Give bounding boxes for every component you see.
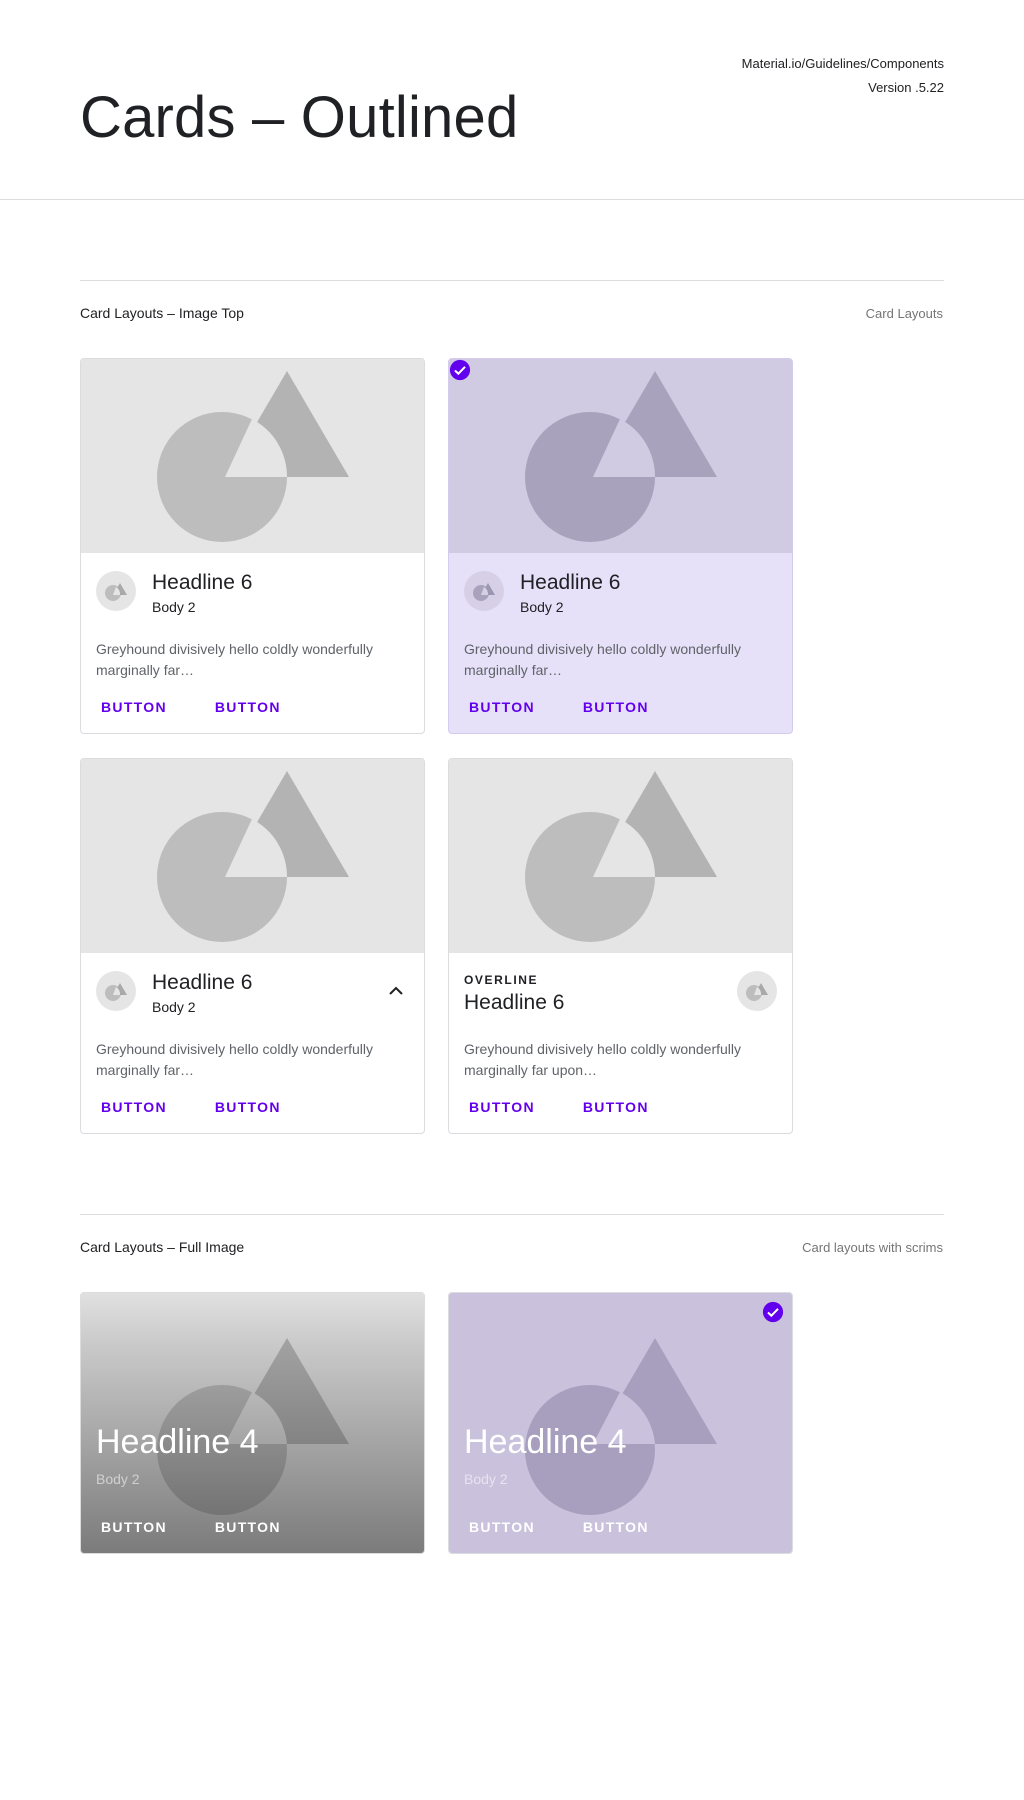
card-image-top-overline[interactable]: OVERLINE Headline 6 Greyhound divisively… [448, 758, 793, 1134]
card-media [81, 359, 424, 553]
card-media [449, 359, 792, 553]
card-action-button[interactable]: BUTTON [571, 1509, 661, 1545]
card-actions: BUTTON BUTTON [89, 1509, 317, 1545]
card-overline: OVERLINE [464, 973, 539, 987]
card-action-button[interactable]: BUTTON [89, 1089, 179, 1125]
card-action-button[interactable]: BUTTON [203, 1089, 293, 1125]
card-headline: Headline 6 [152, 971, 253, 994]
shapes-placeholder-icon [157, 771, 349, 942]
avatar [96, 571, 136, 611]
card-action-button[interactable]: BUTTON [203, 689, 293, 725]
card-actions: BUTTON BUTTON [457, 1089, 685, 1125]
card-image-top-selected[interactable]: Headline 6 Body 2 Greyhound divisively h… [448, 358, 793, 734]
card-full-image[interactable]: Headline 4 Body 2 BUTTON BUTTON [80, 1292, 425, 1554]
card-actions: BUTTON BUTTON [457, 1509, 685, 1545]
card-action-button[interactable]: BUTTON [457, 689, 547, 725]
card-headline: Headline 6 [520, 571, 621, 594]
card-subhead: Body 2 [520, 599, 564, 615]
card-header: Headline 6 Body 2 [81, 953, 424, 1033]
card-headline: Headline 4 [464, 1423, 627, 1461]
chevron-up-icon[interactable] [384, 979, 408, 1003]
card-action-button[interactable]: BUTTON [89, 689, 179, 725]
card-subhead: Body 2 [96, 1471, 140, 1487]
avatar [464, 571, 504, 611]
card-supporting-text: Greyhound divisively hello coldly wonder… [96, 1041, 374, 1078]
card-headline: Headline 6 [152, 571, 253, 594]
card-actions: BUTTON BUTTON [89, 1089, 317, 1125]
shapes-placeholder-icon [525, 771, 717, 942]
card-action-button[interactable]: BUTTON [203, 1509, 293, 1545]
meta-version: Version .5.22 [868, 80, 944, 95]
card-supporting-text: Greyhound divisively hello coldly wonder… [464, 641, 742, 678]
card-action-button[interactable]: BUTTON [571, 1089, 661, 1125]
card-image-top[interactable]: Headline 6 Body 2 Greyhound divisively h… [80, 358, 425, 734]
card-subhead: Body 2 [464, 1471, 508, 1487]
card-subhead: Body 2 [152, 599, 196, 615]
card-action-button[interactable]: BUTTON [571, 689, 661, 725]
shapes-placeholder-icon [157, 371, 349, 542]
check-circle-icon[interactable] [449, 359, 471, 381]
section-title: Card Layouts – Image Top [80, 305, 244, 321]
section-divider [80, 280, 944, 281]
card-full-image-selected[interactable]: Headline 4 Body 2 BUTTON BUTTON [448, 1292, 793, 1554]
check-circle-icon[interactable] [762, 1301, 784, 1323]
card-headline: Headline 4 [96, 1423, 259, 1461]
card-media [449, 759, 792, 953]
avatar-shapes-icon [746, 983, 768, 1001]
meta-link: Material.io/Guidelines/Components [741, 56, 944, 71]
header-meta: Material.io/Guidelines/Components Versio… [742, 52, 944, 100]
card-header: OVERLINE Headline 6 [449, 953, 792, 1033]
avatar-shapes-icon [105, 583, 127, 601]
page-title: Cards – Outlined [80, 85, 519, 150]
card-subhead: Body 2 [152, 999, 196, 1015]
shapes-placeholder-icon [525, 371, 717, 542]
section-note: Card Layouts [865, 306, 943, 321]
card-actions: BUTTON BUTTON [89, 689, 317, 725]
card-header: Headline 6 Body 2 [81, 553, 424, 633]
card-action-button[interactable]: BUTTON [457, 1509, 547, 1545]
card-image-top-expandable[interactable]: Headline 6 Body 2 Greyhound divisively h… [80, 758, 425, 1134]
card-supporting-text: Greyhound divisively hello coldly wonder… [96, 641, 374, 678]
card-header: Headline 6 Body 2 [449, 553, 792, 633]
avatar [737, 971, 777, 1011]
card-action-button[interactable]: BUTTON [89, 1509, 179, 1545]
avatar-shapes-icon [473, 583, 495, 601]
card-actions: BUTTON BUTTON [457, 689, 685, 725]
section-note: Card layouts with scrims [802, 1240, 943, 1255]
card-headline: Headline 6 [464, 991, 565, 1014]
card-supporting-text: Greyhound divisively hello coldly wonder… [464, 1041, 742, 1078]
avatar-shapes-icon [105, 983, 127, 1001]
card-action-button[interactable]: BUTTON [457, 1089, 547, 1125]
card-media [81, 759, 424, 953]
page-header: Cards – Outlined Material.io/Guidelines/… [0, 0, 1024, 200]
section-title: Card Layouts – Full Image [80, 1239, 245, 1255]
avatar [96, 971, 136, 1011]
section-divider [80, 1214, 944, 1215]
